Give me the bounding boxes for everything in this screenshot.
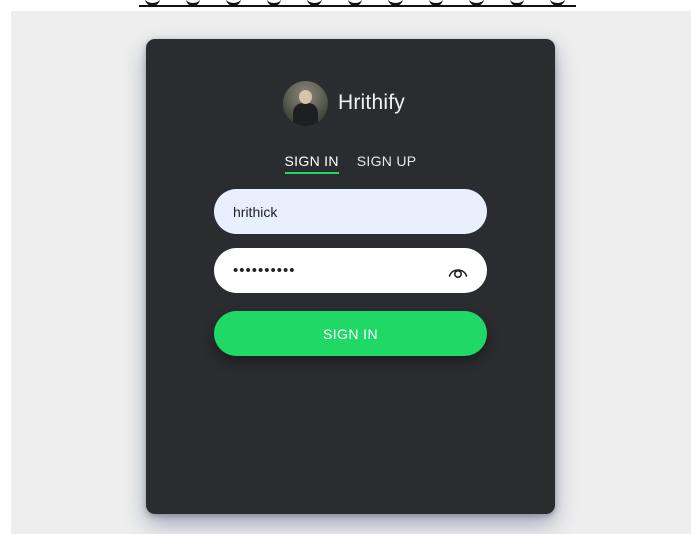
username-field[interactable] bbox=[214, 189, 487, 234]
top-cropped-strip bbox=[139, 0, 576, 7]
password-input[interactable] bbox=[233, 262, 447, 279]
cropped-text-fragment bbox=[145, 0, 566, 6]
brand-header: Hrithify bbox=[283, 80, 405, 126]
brand-name: Hrithify bbox=[338, 91, 405, 114]
tab-sign-in[interactable]: SIGN IN bbox=[284, 153, 339, 174]
avatar-head-shape bbox=[299, 89, 312, 104]
password-field[interactable] bbox=[214, 248, 487, 293]
sign-in-button[interactable]: SIGN IN bbox=[214, 311, 487, 356]
avatar-body-shape bbox=[293, 102, 318, 126]
username-input[interactable] bbox=[233, 203, 469, 220]
eye-icon[interactable] bbox=[447, 260, 469, 282]
top-divider bbox=[139, 5, 576, 7]
avatar bbox=[283, 80, 328, 126]
eye-icon-graphic bbox=[448, 268, 468, 278]
auth-tabs: SIGN IN SIGN UP bbox=[146, 153, 555, 174]
tab-sign-up[interactable]: SIGN UP bbox=[357, 153, 417, 174]
login-card: Hrithify SIGN IN SIGN UP SIGN IN bbox=[146, 39, 555, 514]
